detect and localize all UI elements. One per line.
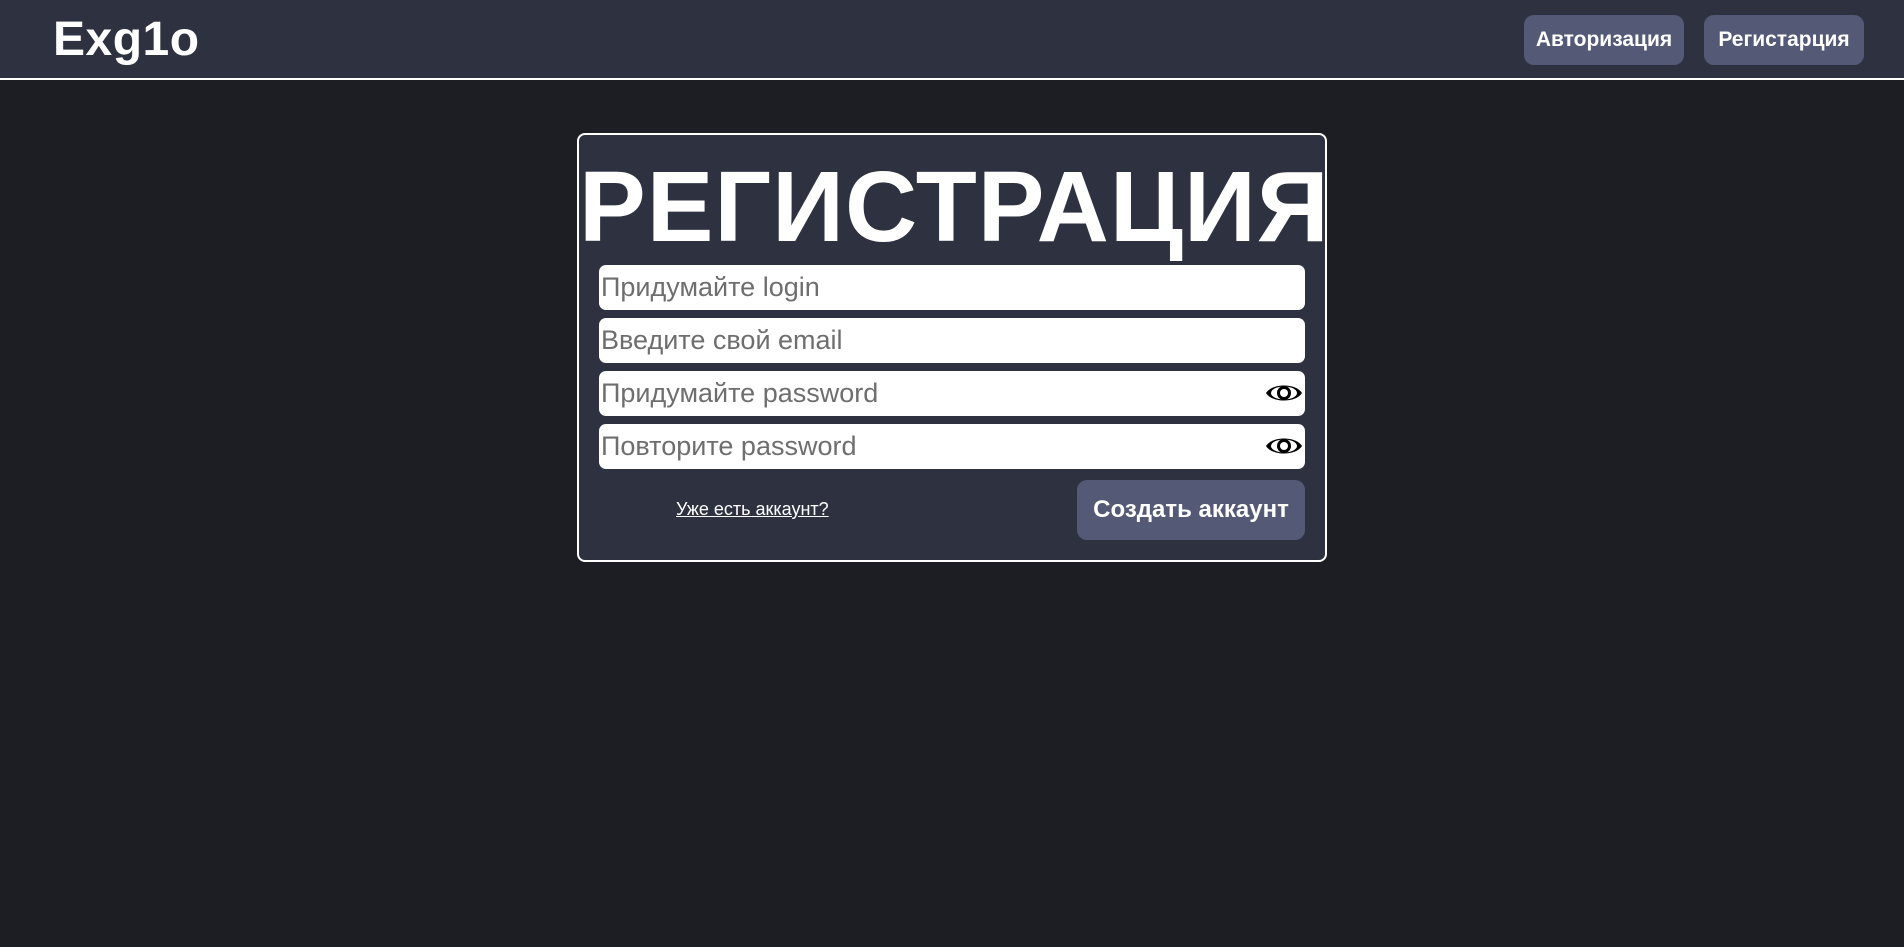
eye-icon[interactable] [1265,430,1303,462]
top-header: Exg1o Авторизация Регистарция [0,0,1904,80]
password-field [599,371,1305,416]
site-logo[interactable]: Exg1o [53,12,200,68]
email-field [599,318,1305,363]
password-input[interactable] [601,371,1241,416]
login-input[interactable] [601,265,1241,310]
email-input[interactable] [601,318,1241,363]
registration-card: РЕГИСТРАЦИЯ Уже есть аккаунт? Создать ак… [577,133,1330,562]
already-have-account-link[interactable]: Уже есть аккаунт? [676,499,829,520]
password-repeat-input[interactable] [601,424,1241,469]
login-field [599,265,1305,310]
nav-register-button[interactable]: Регистарция [1704,15,1864,65]
page-title: РЕГИСТРАЦИЯ [579,151,1330,263]
create-account-button[interactable]: Создать аккаунт [1077,480,1305,540]
nav-login-button[interactable]: Авторизация [1524,15,1684,65]
eye-icon[interactable] [1265,377,1303,409]
password-repeat-field [599,424,1305,469]
